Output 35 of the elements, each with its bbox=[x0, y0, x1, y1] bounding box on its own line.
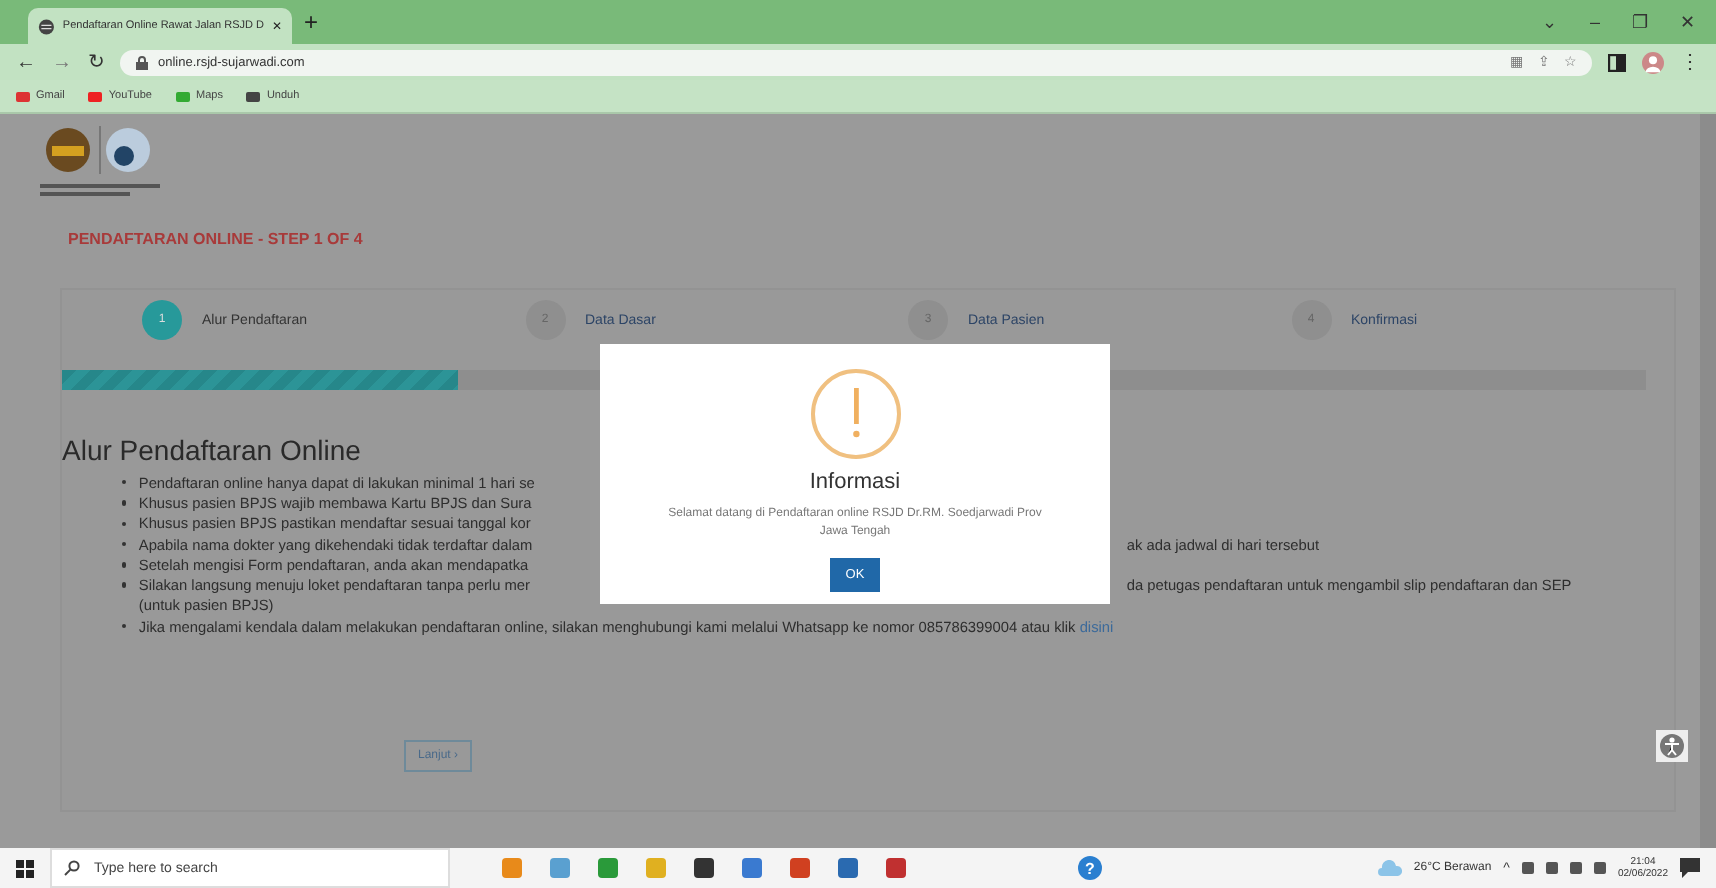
page-title: PENDAFTARAN ONLINE - STEP 1 OF 4 bbox=[68, 230, 365, 248]
app-icon[interactable] bbox=[790, 858, 810, 878]
close-icon[interactable]: ✕ bbox=[1680, 12, 1696, 32]
reload-icon[interactable]: ↻ bbox=[88, 50, 104, 74]
bullet-icon bbox=[122, 500, 127, 506]
new-tab-icon[interactable]: + bbox=[304, 8, 319, 36]
app-icon[interactable] bbox=[694, 858, 714, 878]
notification-icon[interactable] bbox=[1680, 858, 1700, 878]
accessibility-icon[interactable] bbox=[1656, 730, 1688, 762]
cloud-icon bbox=[1377, 860, 1402, 876]
windows-icon[interactable] bbox=[16, 859, 34, 877]
menu-icon[interactable]: ⋮ bbox=[1680, 50, 1700, 74]
minimize-icon[interactable]: – bbox=[1589, 12, 1600, 32]
dialog-title: Informasi bbox=[809, 470, 901, 494]
warning-icon bbox=[809, 368, 901, 460]
globe-icon bbox=[38, 17, 55, 35]
back-icon[interactable]: ← bbox=[16, 51, 36, 73]
section-heading: Alur Pendaftaran Online bbox=[62, 434, 363, 466]
lock-icon bbox=[136, 55, 148, 69]
bullet-icon bbox=[122, 541, 127, 547]
bullet-icon bbox=[122, 521, 127, 526]
app-icon[interactable] bbox=[886, 858, 906, 878]
dropdown-icon[interactable]: ⌄ bbox=[1541, 12, 1558, 32]
maximize-icon[interactable]: ❐ bbox=[1632, 12, 1648, 32]
app-icon[interactable] bbox=[838, 858, 858, 878]
scrollbar[interactable] bbox=[1700, 114, 1716, 848]
help-icon[interactable]: ? bbox=[1078, 856, 1102, 880]
avatar-icon[interactable] bbox=[1642, 51, 1664, 73]
search-icon bbox=[64, 860, 80, 876]
sidebar-icon[interactable] bbox=[1608, 53, 1626, 71]
bullet-icon bbox=[122, 562, 127, 568]
forward-icon[interactable]: → bbox=[52, 51, 72, 73]
bullet-icon bbox=[122, 479, 127, 485]
bullet-icon bbox=[122, 624, 127, 629]
bullet-icon bbox=[122, 582, 127, 588]
